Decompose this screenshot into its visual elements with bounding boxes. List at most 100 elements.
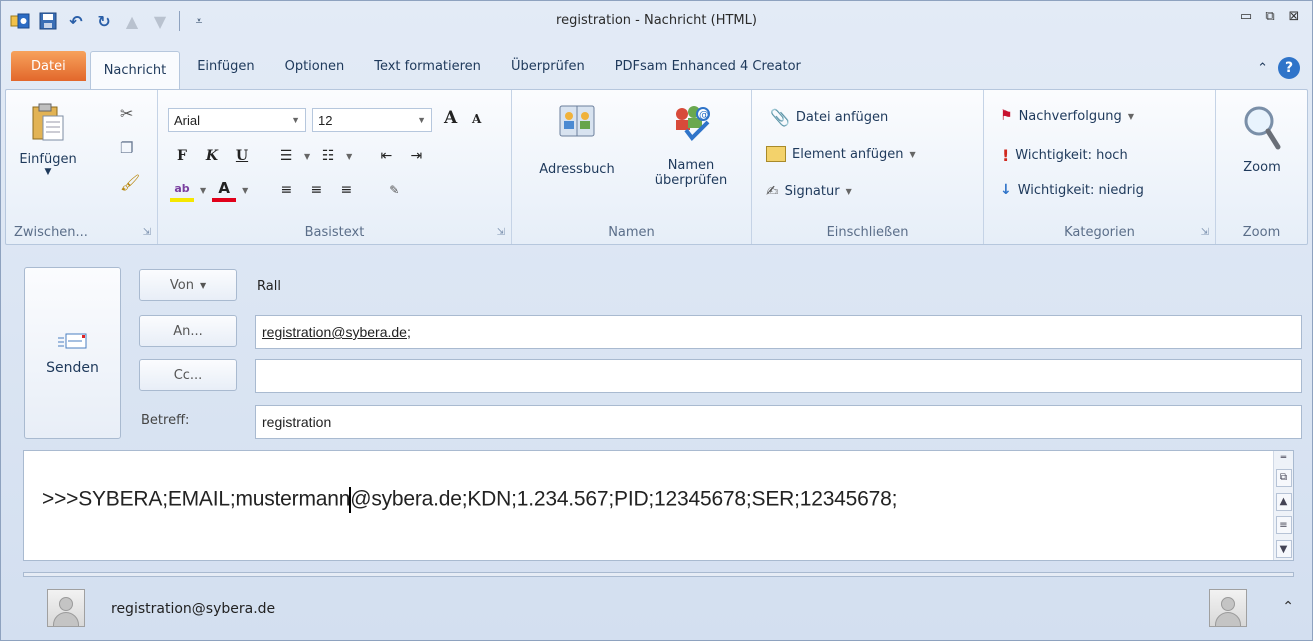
expand-people-pane-icon[interactable]: ⌃	[1282, 599, 1294, 615]
svg-text:@: @	[699, 110, 709, 121]
group-include: 📎 Datei anfügen Element anfügen ▼ ✍ Sign…	[752, 90, 984, 244]
clipboard-group-label: Zwischen...	[14, 225, 88, 240]
decrease-indent-icon[interactable]: ⇤	[374, 144, 398, 168]
follow-up-button[interactable]: ⚑ Nachverfolgung ▼	[1000, 108, 1134, 124]
cc-field[interactable]	[255, 359, 1302, 393]
tab-ueberpruefen[interactable]: Überprüfen	[498, 51, 598, 81]
avatar[interactable]	[1209, 589, 1247, 627]
copy-icon[interactable]: ❐	[120, 139, 140, 157]
font-size-combo[interactable]: 12 ▼	[312, 108, 432, 132]
shrink-font-icon[interactable]: A	[472, 112, 481, 126]
attach-item-button[interactable]: Element anfügen ▼	[766, 146, 916, 162]
people-pane: registration@sybera.de ⌃	[5, 581, 1308, 637]
ruler-icon[interactable]: ⧉	[1275, 468, 1292, 487]
minimize-icon[interactable]: ▭	[1238, 9, 1254, 24]
message-header: Senden Von ▼ Rall An... registration@syb…	[5, 249, 1308, 449]
send-button[interactable]: Senden	[24, 267, 121, 439]
tab-pdfsam[interactable]: PDFsam Enhanced 4 Creator	[602, 51, 814, 81]
follow-up-label: Nachverfolgung	[1018, 108, 1122, 124]
to-field[interactable]: registration@sybera.de;	[255, 315, 1302, 349]
close-icon[interactable]: ⊠	[1286, 9, 1302, 24]
grow-font-icon[interactable]: A	[444, 108, 457, 128]
subject-field[interactable]: registration	[255, 405, 1302, 439]
paste-dropdown-icon: ▼	[44, 167, 52, 177]
body-scrollbar[interactable]: ═ ⧉ ▲ ≡ ▼	[1273, 451, 1293, 560]
people-pane-email[interactable]: registration@sybera.de	[111, 601, 275, 617]
chevron-down-icon[interactable]: ▼	[200, 186, 206, 195]
group-basic-text: Arial ▼ 12 ▼ A A F K U ☰ ▼ ☷ ▼ ⇤ ⇥ ab ▼ …	[158, 90, 512, 244]
ribbon-right-controls: ⌃ ?	[1257, 57, 1300, 79]
names-group-label: Namen	[608, 225, 655, 240]
basic-text-group-label: Basistext	[304, 225, 365, 240]
highlight-icon[interactable]: ab	[170, 178, 194, 202]
cc-button[interactable]: Cc...	[139, 359, 237, 391]
font-color-icon[interactable]: A	[212, 178, 237, 202]
subject-label: Betreff:	[141, 413, 190, 428]
to-recipient[interactable]: registration@sybera.de	[262, 324, 407, 340]
from-value: Rall	[257, 279, 281, 294]
chevron-down-icon: ▼	[291, 115, 300, 125]
help-icon[interactable]: ?	[1278, 57, 1300, 79]
chevron-down-icon[interactable]: ▼	[304, 152, 310, 161]
tab-nachricht[interactable]: Nachricht	[89, 51, 181, 89]
attach-file-button[interactable]: 📎 Datei anfügen	[770, 108, 888, 127]
scroll-down-icon[interactable]: ▼	[1275, 540, 1292, 558]
restore-icon[interactable]: ⧉	[1262, 9, 1278, 24]
body-text-after-caret: @sybera.de;KDN;1.234.567;PID;12345678;SE…	[350, 487, 898, 511]
chevron-down-icon[interactable]: ▼	[242, 186, 248, 195]
font-name-combo[interactable]: Arial ▼	[168, 108, 306, 132]
include-group-label: Einschließen	[826, 225, 909, 240]
bold-button[interactable]: F	[170, 144, 194, 168]
zoom-button[interactable]: Zoom	[1226, 104, 1298, 175]
tab-optionen[interactable]: Optionen	[272, 51, 358, 81]
message-body[interactable]: >>>SYBERA;EMAIL;mustermann@sybera.de;KDN…	[23, 450, 1294, 561]
format-painter-icon[interactable]: 🖌	[120, 173, 140, 192]
from-button[interactable]: Von ▼	[139, 269, 237, 301]
low-importance-button[interactable]: ↓ Wichtigkeit: niedrig	[1000, 182, 1144, 198]
chevron-down-icon: ▼	[199, 280, 207, 290]
signature-button[interactable]: ✍ Signatur ▼	[766, 182, 852, 200]
to-button[interactable]: An...	[139, 315, 237, 347]
font-name-value: Arial	[174, 112, 201, 128]
paste-button[interactable]: Einfügen ▼	[16, 102, 80, 177]
body-text[interactable]: >>>SYBERA;EMAIL;mustermann@sybera.de;KDN…	[42, 487, 897, 513]
align-right-icon[interactable]: ≡	[334, 178, 358, 202]
scroll-split-icon[interactable]: ═	[1281, 453, 1286, 463]
title-bar: ↶ ↻ ▲ ▼ ⩡ registration - Nachricht (HTML…	[1, 1, 1312, 43]
window-controls: ▭ ⧉ ⊠	[1238, 9, 1302, 24]
group-names: Adressbuch @ Namen überprüfen Namen	[512, 90, 752, 244]
cut-icon[interactable]: ✂	[120, 104, 140, 123]
clear-formatting-icon[interactable]: ✎	[382, 178, 406, 202]
underline-button[interactable]: U	[230, 144, 254, 168]
group-zoom: Zoom Zoom	[1216, 90, 1307, 244]
dialog-launcher-icon[interactable]: ⇲	[1201, 227, 1209, 238]
increase-indent-icon[interactable]: ⇥	[404, 144, 428, 168]
chevron-down-icon: ▼	[1127, 111, 1134, 121]
tab-einfuegen[interactable]: Einfügen	[184, 51, 267, 81]
color-align-row: ab ▼ A ▼ ≡ ≡ ≡ ✎	[170, 178, 406, 202]
font-size-value: 12	[318, 112, 333, 128]
chevron-down-icon[interactable]: ▼	[346, 152, 352, 161]
window-title: registration - Nachricht (HTML)	[556, 13, 757, 28]
bullets-icon[interactable]: ☰	[274, 144, 298, 168]
paperclip-icon: 📎	[770, 108, 790, 127]
numbering-icon[interactable]: ☷	[316, 144, 340, 168]
address-book-button[interactable]: Adressbuch	[522, 102, 632, 177]
scroll-thumb[interactable]: ≡	[1275, 516, 1292, 535]
minimize-ribbon-icon[interactable]: ⌃	[1257, 61, 1268, 76]
align-center-icon[interactable]: ≡	[304, 178, 328, 202]
pane-splitter[interactable]	[23, 572, 1294, 577]
italic-button[interactable]: K	[200, 144, 224, 168]
align-left-icon[interactable]: ≡	[274, 178, 298, 202]
scroll-up-icon[interactable]: ▲	[1275, 492, 1292, 511]
dialog-launcher-icon[interactable]: ⇲	[143, 227, 151, 238]
avatar[interactable]	[47, 589, 85, 627]
tags-group-label: Kategorien	[1064, 225, 1135, 240]
tab-text-formatieren[interactable]: Text formatieren	[361, 51, 494, 81]
high-importance-button[interactable]: ! Wichtigkeit: hoch	[1002, 146, 1128, 165]
check-names-button[interactable]: @ Namen überprüfen	[636, 102, 746, 188]
dialog-launcher-icon[interactable]: ⇲	[497, 227, 505, 238]
group-tags: ⚑ Nachverfolgung ▼ ! Wichtigkeit: hoch ↓…	[984, 90, 1216, 244]
tab-datei[interactable]: Datei	[11, 51, 86, 81]
magnifier-icon	[1244, 106, 1281, 150]
